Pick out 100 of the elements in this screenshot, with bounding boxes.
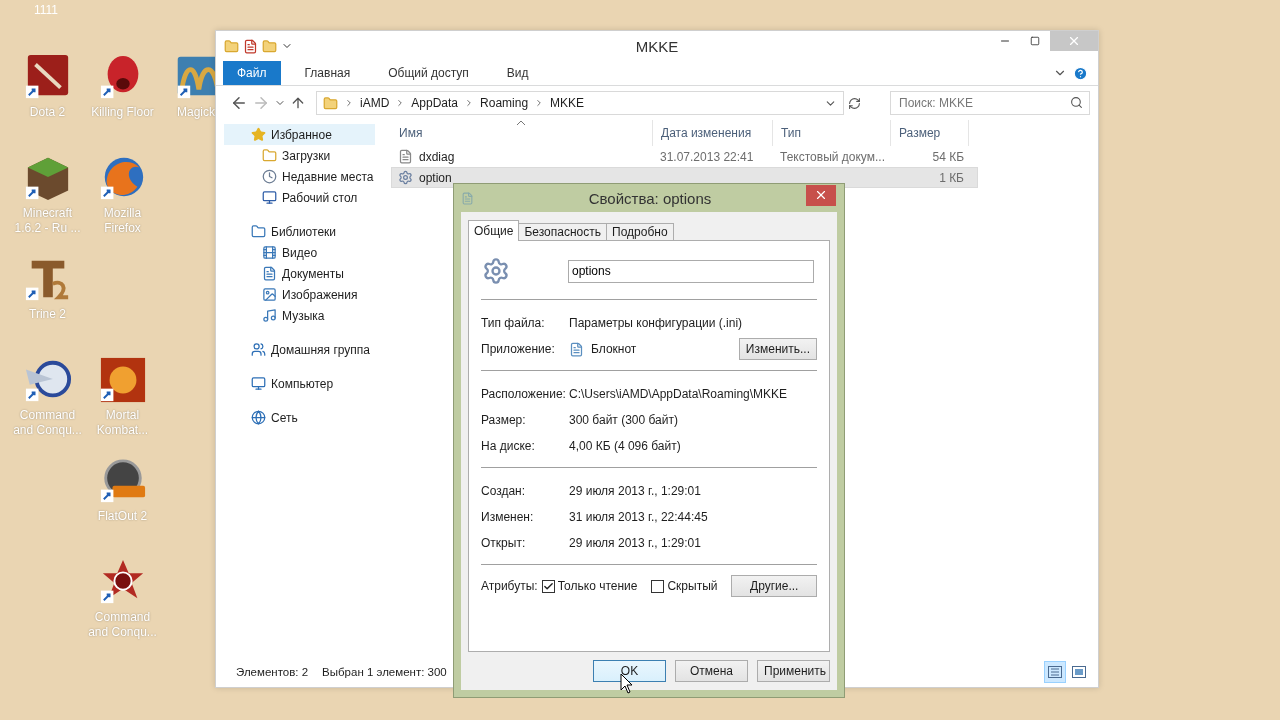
list-icon: [1048, 666, 1062, 678]
desktop-text: 1111: [34, 3, 59, 17]
refresh-icon: [848, 96, 861, 110]
search-field[interactable]: Поиск: MKKE: [890, 91, 1090, 115]
property-value: 4,00 КБ (4 096 байт): [569, 439, 681, 453]
up-button[interactable]: [290, 95, 306, 111]
attributes-label: Атрибуты:: [481, 579, 538, 593]
property-label: Создан:: [481, 484, 527, 498]
breadcrumb-item[interactable]: AppData: [411, 96, 459, 110]
gear-file-icon: [482, 257, 510, 285]
nav-item[interactable]: Загрузки: [224, 145, 375, 166]
nav-label: Недавние места: [282, 169, 374, 184]
file-name: option: [419, 170, 452, 185]
document-icon: [398, 149, 413, 164]
shortcut-label: Command and Conqu...: [12, 408, 83, 438]
image-icon: [262, 287, 277, 302]
file-row[interactable]: dxdiag 31.07.2013 22:41 Текстовый докум... 54 КБ: [391, 146, 978, 167]
checkbox[interactable]: [651, 579, 665, 593]
ribbon-tab[interactable]: Вид: [492, 61, 543, 85]
forward-arrow-icon: [252, 94, 270, 112]
file-date: 31.07.2013 22:41: [660, 149, 754, 164]
column-header[interactable]: Тип: [773, 120, 891, 146]
property-value: C:\Users\iAMD\AppData\Roaming\MKKE: [569, 387, 788, 401]
file-icon: [461, 191, 474, 205]
file-name-field[interactable]: options: [568, 259, 814, 283]
nav-item[interactable]: Видео: [224, 242, 375, 263]
people-icon: [251, 342, 266, 357]
nav-item[interactable]: Музыка: [224, 305, 375, 326]
search-icon: [1070, 96, 1083, 109]
details-view-button[interactable]: [1044, 661, 1066, 683]
nav-label: Библиотеки: [271, 224, 336, 239]
nav-item[interactable]: Сеть: [224, 407, 375, 428]
close-button[interactable]: [806, 184, 836, 206]
checkbox-label: Только чтение: [557, 579, 638, 593]
help-icon[interactable]: [1073, 65, 1088, 81]
monitor-icon: [262, 190, 277, 205]
nav-item[interactable]: Домашняя группа: [224, 339, 375, 360]
checkbox[interactable]: [541, 579, 555, 593]
nav-item[interactable]: Компьютер: [224, 373, 375, 394]
shortcut-label: Killing Floor: [90, 105, 155, 120]
window-title: MKKE: [634, 37, 680, 55]
column-header[interactable]: Размер: [891, 120, 969, 146]
file-type: Текстовый докум...: [780, 149, 885, 164]
chevron-icon: [344, 98, 354, 108]
property-value: Параметры конфигурации (.ini): [569, 316, 743, 330]
dialog-button[interactable]: Применить: [757, 660, 830, 682]
nav-label: Загрузки: [282, 148, 331, 163]
star-icon: [251, 127, 266, 142]
picture-frame-icon: [1072, 666, 1086, 678]
selection-info: Выбран 1 элемент: 300: [322, 666, 447, 678]
property-label: Расположение:: [481, 387, 567, 401]
breadcrumb-item[interactable]: iAMD: [360, 96, 390, 110]
dialog-button[interactable]: Отмена: [675, 660, 748, 682]
nav-label: Домашняя группа: [271, 342, 371, 357]
change-button[interactable]: Изменить...: [738, 338, 817, 360]
nav-item[interactable]: Рабочий стол: [224, 187, 375, 208]
nav-item[interactable]: Избранное: [224, 124, 375, 145]
film-icon: [262, 245, 277, 260]
column-header[interactable]: Имя: [391, 120, 653, 146]
advanced-button[interactable]: Другие...: [731, 575, 817, 597]
folder-icon: [251, 224, 266, 239]
dialog-tab[interactable]: Подробно: [606, 223, 674, 241]
dialog-button[interactable]: OK: [593, 660, 666, 682]
back-button[interactable]: [230, 94, 248, 112]
refresh-button[interactable]: [848, 96, 861, 110]
shortcut-label: Magick: [177, 105, 215, 120]
shortcut-icon[interactable]: [98, 457, 147, 505]
column-header[interactable]: Дата изменения: [653, 120, 773, 146]
close-icon: [814, 188, 828, 202]
property-value: 29 июля 2013 г., 1:29:01: [569, 484, 701, 498]
checkbox-label: Скрытый: [667, 579, 718, 593]
breadcrumb-item[interactable]: MKKE: [550, 96, 585, 110]
nav-label: Избранное: [271, 127, 332, 142]
nav-item[interactable]: Документы: [224, 263, 375, 284]
document-icon: [262, 266, 277, 281]
ribbon-tab[interactable]: Файл: [223, 61, 281, 85]
ribbon-tab[interactable]: Главная: [290, 61, 365, 85]
nav-label: Документы: [282, 266, 344, 281]
nav-label: Изображения: [282, 287, 358, 302]
shortcut-icon[interactable]: [98, 356, 147, 404]
monitor-icon: [251, 376, 266, 391]
dialog-title: Свойства: options: [587, 189, 713, 207]
nav-item[interactable]: Изображения: [224, 284, 375, 305]
property-label: Открыт:: [481, 536, 527, 550]
nav-item[interactable]: Недавние места: [224, 166, 375, 187]
ribbon-tab[interactable]: Общий доступ: [374, 61, 483, 85]
dialog-tab[interactable]: Общие: [468, 220, 520, 241]
breadcrumb-item[interactable]: Roaming: [480, 96, 529, 110]
nav-item[interactable]: Библиотеки: [224, 221, 375, 242]
address-bar[interactable]: iAMD AppData Roaming MKKE: [316, 91, 844, 115]
property-label: Размер:: [481, 413, 527, 427]
close-icon: [1067, 34, 1081, 48]
item-count: Элементов: 2: [236, 666, 309, 678]
shortcut-label: Minecraft 1.6.2 - Ru ...: [13, 206, 82, 236]
cursor-icon: [620, 673, 634, 695]
property-value: 31 июля 2013 г., 22:44:45: [569, 510, 708, 524]
property-value: 300 байт (300 байт): [569, 413, 678, 427]
property-label: Тип файла:: [481, 316, 546, 330]
property-label: Изменен:: [481, 510, 535, 524]
property-value: Блокнот: [591, 342, 637, 356]
